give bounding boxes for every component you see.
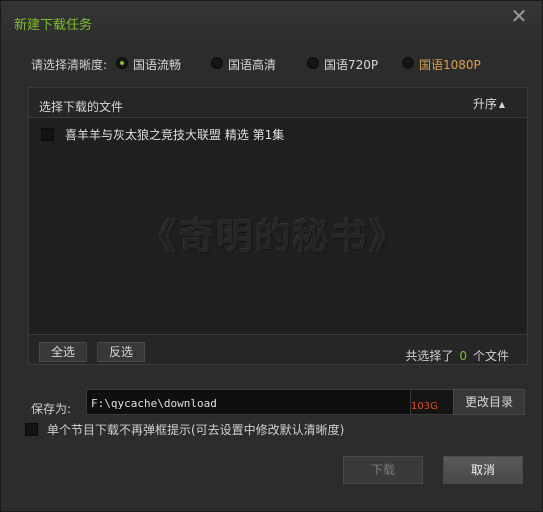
- cancel-button[interactable]: 取消: [443, 456, 523, 484]
- count-suffix: 个文件: [472, 349, 509, 363]
- radio-unselected-icon: [402, 57, 414, 69]
- quality-option-label: 国语720P: [324, 58, 379, 72]
- sort-button[interactable]: 升序 ▲: [473, 95, 505, 112]
- file-list-header: 选择下载的文件 升序 ▲: [29, 88, 527, 118]
- quality-option-label: 国语高清: [228, 58, 277, 72]
- file-list-panel: 选择下载的文件 升序 ▲ 喜羊羊与灰太狼之竞技大联盟 精选 第1集 《奇明的秘书》…: [28, 87, 528, 365]
- list-item[interactable]: 喜羊羊与灰太狼之竞技大联盟 精选 第1集: [41, 126, 511, 142]
- count-prefix: 共选择了: [405, 349, 454, 363]
- free-space-indicator: 103G: [411, 389, 453, 415]
- watermark: 《奇明的秘书》: [140, 217, 407, 258]
- save-path-field[interactable]: F:\qycache\download: [86, 389, 411, 415]
- radio-selected-icon: [116, 57, 128, 69]
- change-directory-button[interactable]: 更改目录: [453, 389, 525, 415]
- save-label: 保存为:: [31, 402, 72, 416]
- file-list-footer: 全选 反选 共选择了 0 个文件: [29, 334, 527, 364]
- dialog-title: 新建下载任务: [14, 18, 93, 33]
- radio-unselected-icon: [307, 57, 319, 69]
- file-name: 喜羊羊与灰太狼之竞技大联盟 精选 第1集: [65, 128, 285, 142]
- quality-selector: 请选择清晰度: 国语流畅 国语高清 国语720P 国语1080P: [1, 53, 542, 73]
- quality-option-720p[interactable]: 国语720P: [307, 55, 387, 72]
- file-checkbox[interactable]: [41, 128, 54, 141]
- sort-label: 升序: [472, 97, 497, 111]
- invert-selection-button[interactable]: 反选: [97, 342, 145, 362]
- quality-label: 请选择清晰度:: [31, 58, 108, 72]
- new-download-dialog: 新建下载任务 ✕ 请选择清晰度: 国语流畅 国语高清 国语720P 国语1080…: [0, 0, 543, 512]
- selection-count: 共选择了 0 个文件: [405, 347, 509, 364]
- triangle-up-icon: ▲: [498, 100, 505, 109]
- radio-unselected-icon: [211, 57, 223, 69]
- file-list-title: 选择下载的文件: [39, 100, 124, 114]
- quality-option-1080p[interactable]: 国语1080P: [402, 55, 492, 72]
- close-icon[interactable]: ✕: [510, 6, 528, 26]
- title-bar: 新建下载任务 ✕: [1, 1, 542, 41]
- quality-option-hd[interactable]: 国语高清: [211, 55, 291, 72]
- select-all-button[interactable]: 全选: [39, 342, 87, 362]
- no-prompt-checkbox[interactable]: [25, 423, 38, 436]
- count-value: 0: [459, 349, 467, 363]
- no-prompt-label: 单个节目下载不再弹框提示(可去设置中修改默认清晰度): [47, 423, 345, 437]
- quality-option-label: 国语流畅: [133, 58, 182, 72]
- no-prompt-option[interactable]: 单个节目下载不再弹框提示(可去设置中修改默认清晰度): [25, 421, 505, 437]
- quality-option-label: 国语1080P: [419, 58, 481, 72]
- save-location-row: 保存为: F:\qycache\download 103G 更改目录: [1, 389, 542, 417]
- quality-option-smooth[interactable]: 国语流畅: [116, 55, 196, 72]
- download-button[interactable]: 下载: [343, 456, 423, 484]
